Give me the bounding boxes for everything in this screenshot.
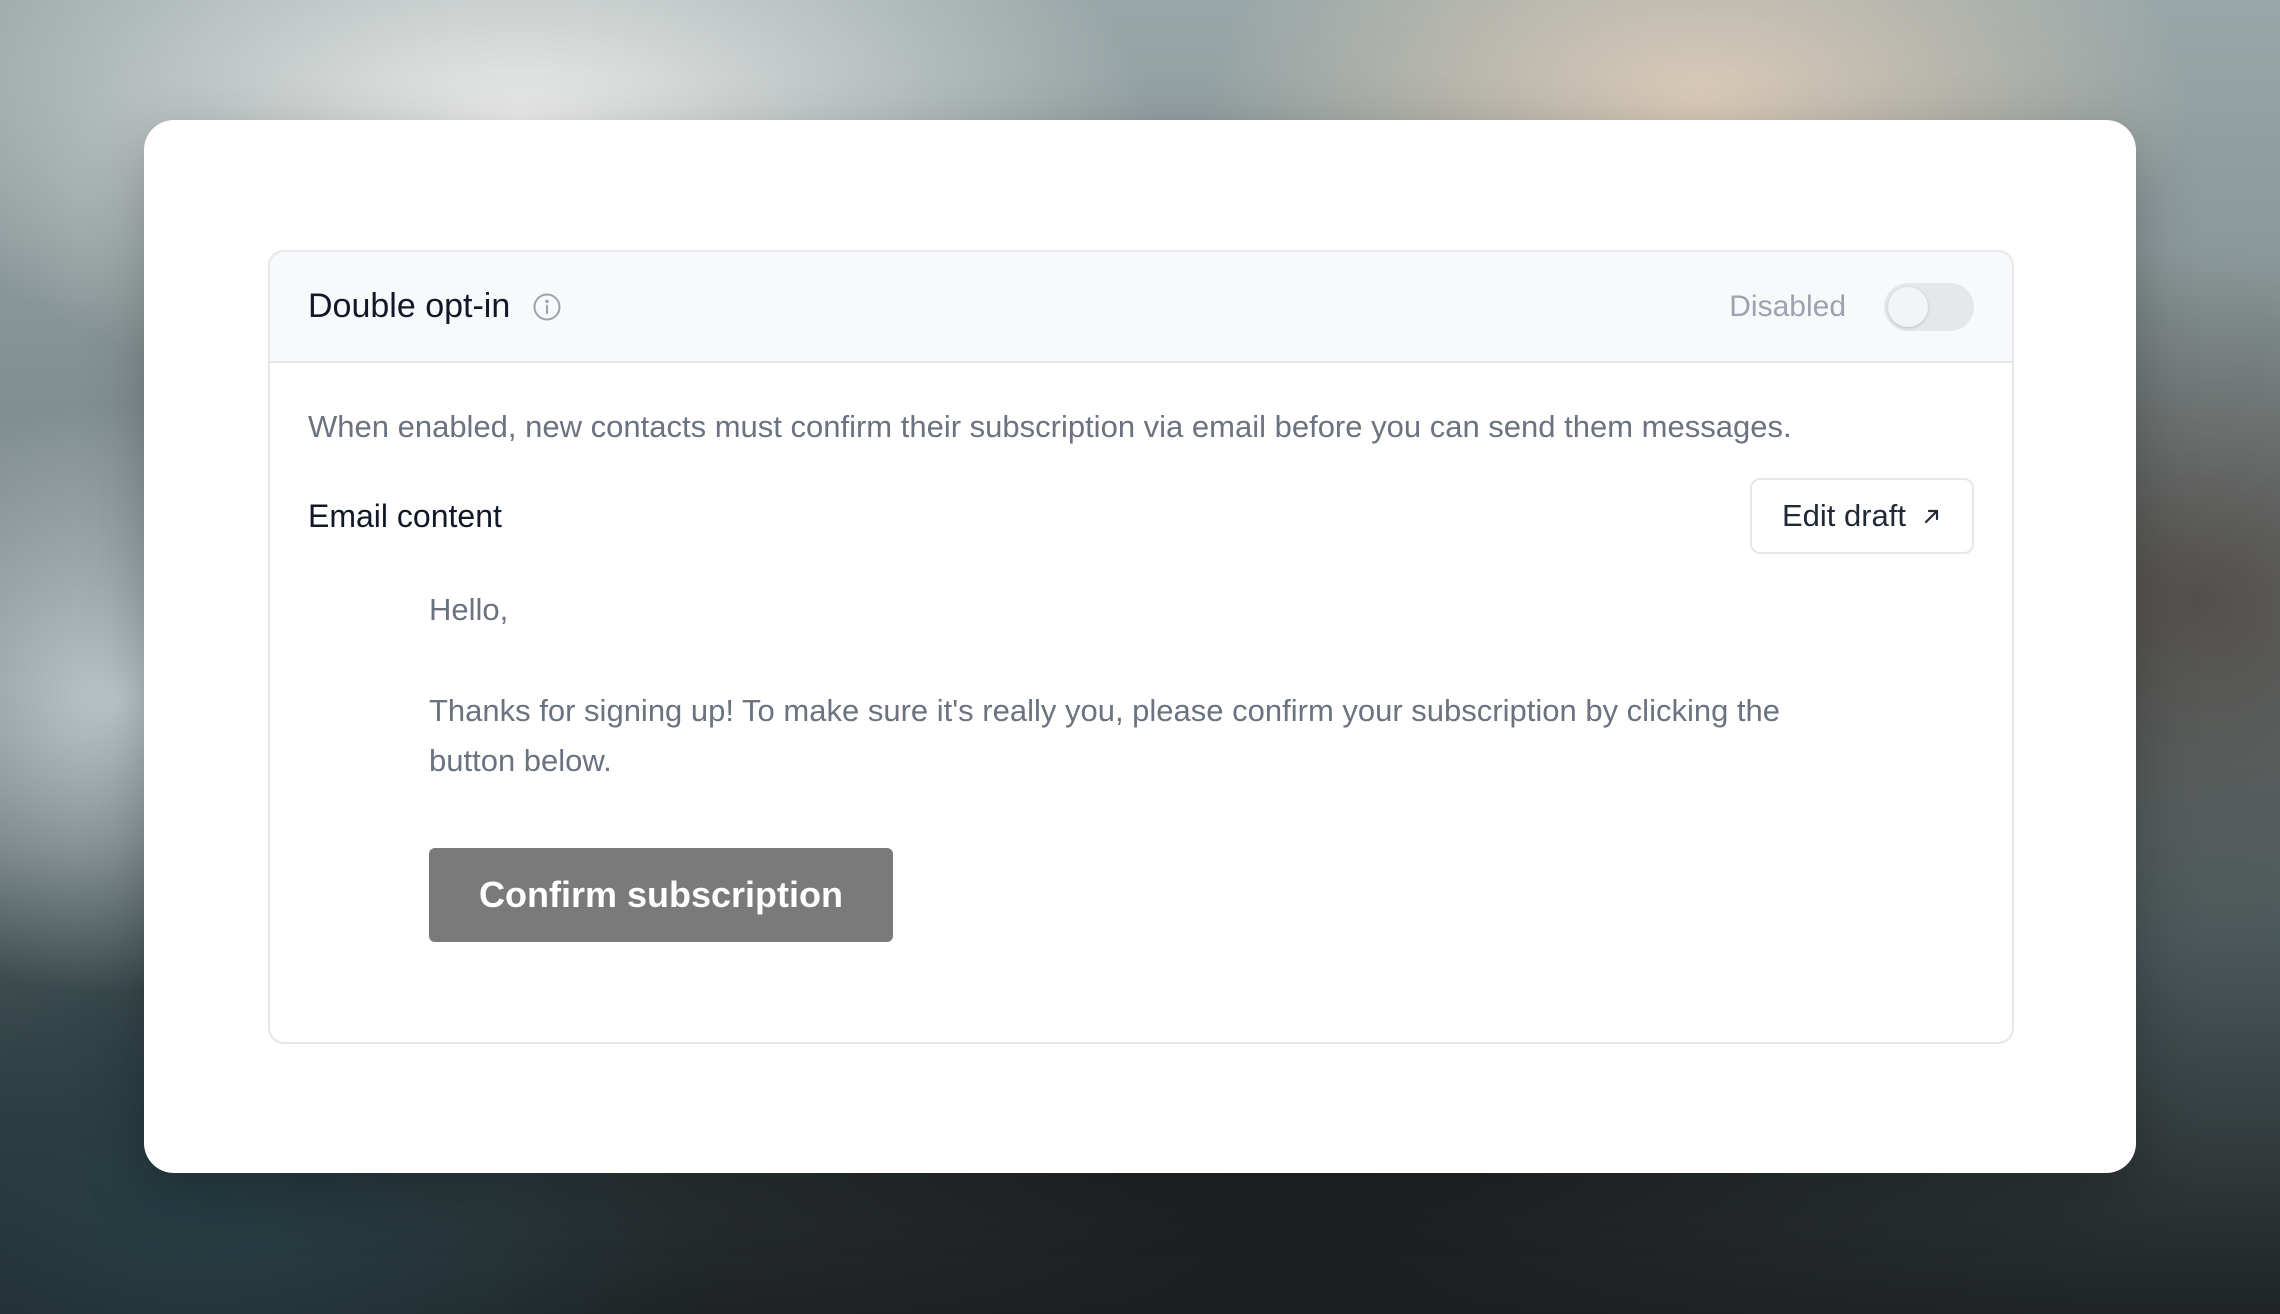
email-greeting: Hello, bbox=[429, 592, 509, 627]
double-opt-in-toggle[interactable] bbox=[1884, 282, 1974, 331]
description-text: When enabled, new contacts must confirm … bbox=[308, 409, 1792, 444]
panel-title: Double opt-in bbox=[308, 287, 511, 325]
confirm-subscription-button[interactable]: Confirm subscription bbox=[429, 848, 893, 942]
email-body-text: Thanks for signing up! To make sure it's… bbox=[429, 693, 1781, 778]
edit-draft-label: Edit draft bbox=[1781, 498, 1906, 533]
toggle-knob bbox=[1888, 286, 1928, 327]
double-opt-in-panel: Double opt-in Disabled When enabled, new… bbox=[268, 250, 2014, 1044]
email-content-row: Email content Edit draft bbox=[308, 478, 1974, 554]
panel-header: Double opt-in Disabled bbox=[270, 252, 2012, 363]
panel-body: When enabled, new contacts must confirm … bbox=[270, 363, 2012, 942]
info-icon[interactable] bbox=[532, 292, 562, 322]
email-preview: Hello, Thanks for signing up! To make su… bbox=[429, 588, 1974, 942]
edit-draft-button[interactable]: Edit draft bbox=[1749, 478, 1974, 554]
settings-card: Double opt-in Disabled When enabled, new… bbox=[144, 120, 2136, 1173]
email-content-label: Email content bbox=[308, 497, 502, 534]
status-label: Disabled bbox=[1729, 289, 1846, 323]
arrow-up-right-icon bbox=[1922, 506, 1942, 526]
